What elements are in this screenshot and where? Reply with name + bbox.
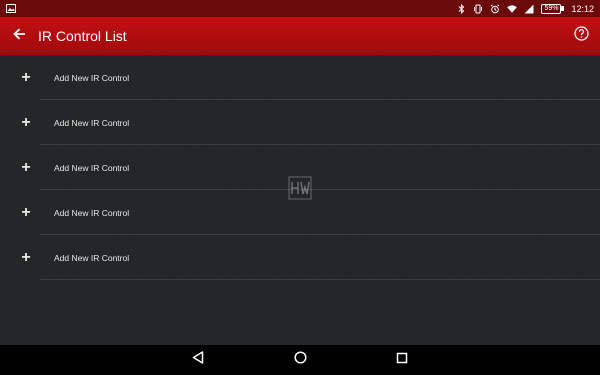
page-title: IR Control List	[38, 28, 127, 44]
recents-square-icon	[396, 351, 408, 369]
arrow-back-icon	[12, 27, 26, 45]
plus-icon: +	[21, 158, 31, 176]
nav-recents-button[interactable]	[395, 351, 409, 369]
battery-text: 59%	[544, 5, 559, 12]
home-circle-icon	[293, 351, 307, 369]
add-ir-control-row-2[interactable]: + Add New IR Control	[0, 100, 600, 145]
row-label: Add New IR Control	[54, 207, 130, 218]
system-nav-bar	[0, 345, 600, 375]
add-ir-control-row-5[interactable]: + Add New IR Control	[0, 235, 600, 280]
signal-icon	[524, 4, 534, 14]
battery-indicator: 59%	[541, 3, 562, 14]
row-label: Add New IR Control	[54, 162, 130, 173]
plus-icon: +	[21, 203, 31, 221]
status-bar: 59% 12:12	[0, 0, 600, 17]
watermark-logo	[287, 175, 313, 201]
plus-icon: +	[21, 248, 31, 266]
plus-icon: +	[21, 68, 31, 86]
wifi-icon	[507, 4, 518, 14]
help-icon	[573, 26, 589, 46]
alarm-icon	[490, 3, 500, 14]
nav-back-button[interactable]	[191, 351, 205, 369]
nav-home-button[interactable]	[293, 351, 307, 369]
back-button[interactable]	[0, 17, 38, 55]
row-label: Add New IR Control	[54, 117, 130, 128]
row-label: Add New IR Control	[54, 72, 130, 83]
image-notification-icon	[6, 4, 16, 14]
ir-control-list: + Add New IR Control + Add New IR Contro…	[0, 55, 600, 345]
help-button[interactable]	[572, 26, 590, 46]
vibrate-icon	[473, 4, 483, 14]
back-triangle-icon	[192, 351, 204, 369]
app-bar: IR Control List	[0, 17, 600, 55]
plus-icon: +	[21, 113, 31, 131]
battery-tip	[561, 6, 565, 11]
clock: 12:12	[571, 3, 594, 14]
add-ir-control-row-1[interactable]: + Add New IR Control	[0, 55, 600, 100]
bluetooth-icon	[456, 3, 466, 14]
divider	[40, 279, 600, 280]
row-label: Add New IR Control	[54, 252, 130, 263]
